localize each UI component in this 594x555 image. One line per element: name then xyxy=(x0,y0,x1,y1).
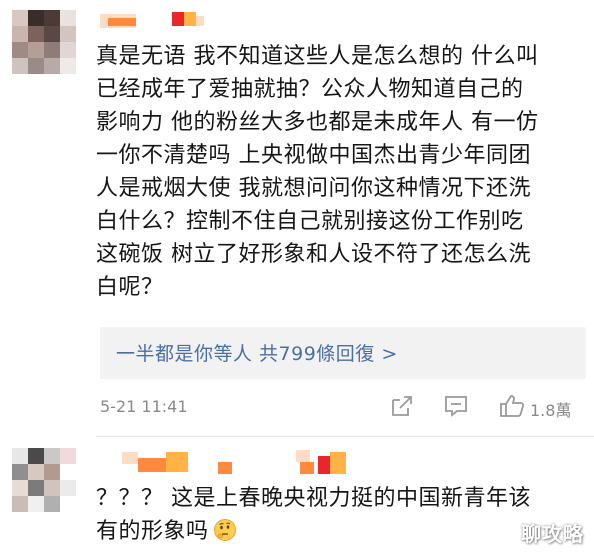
username-pixel xyxy=(184,12,196,26)
username-pixel xyxy=(108,18,136,26)
watermark: 聊攻略 xyxy=(521,522,584,546)
username-pixel xyxy=(196,16,204,26)
comment-line: 白什么？控制不住自己就别接这份工作别吃 xyxy=(96,209,524,234)
comment-line: 人是戒烟大使 我就想问问你这种情况下还洗 xyxy=(96,176,531,201)
username-pixel xyxy=(122,452,138,464)
comment-line: 真是无语 我不知道这些人是怎么想的 什么叫 xyxy=(96,44,539,69)
comment-timestamp: 5-21 11:41 xyxy=(100,397,188,416)
comment-line: 有的形象吗 xyxy=(96,515,586,548)
comment-line: ？？？ 这是上春晚央视力挺的中国新青年该 xyxy=(96,486,531,511)
comment-divider xyxy=(96,436,594,437)
like-icon[interactable] xyxy=(498,392,526,420)
avatar[interactable] xyxy=(12,10,76,74)
username-pixel xyxy=(300,462,314,474)
comment-text: ？？？ 这是上春晚央视力挺的中国新青年该 有的形象吗 xyxy=(96,482,586,548)
comment-line: 一你不清楚吗 上央视做中国杰出青少年同团 xyxy=(96,143,531,168)
like-count: 1.8萬 xyxy=(530,401,572,420)
replies-box[interactable]: 一半都是你等人 共799條回復 > xyxy=(100,327,586,379)
thinking-face-icon xyxy=(213,518,237,542)
avatar[interactable] xyxy=(12,448,76,512)
username-pixel xyxy=(166,452,188,472)
username-pixel xyxy=(318,456,330,474)
username-pixel xyxy=(330,452,346,474)
comment-line: 这碗饭 树立了好形象和人设不符了还怎么洗 xyxy=(96,242,531,267)
username-pixel xyxy=(218,462,232,474)
comment-line: 白呢？ xyxy=(96,275,164,300)
comment-text: 真是无语 我不知道这些人是怎么想的 什么叫 已经成年了爱抽就抽？公众人物知道自己… xyxy=(96,40,586,304)
view-replies-link[interactable]: 一半都是你等人 共799條回復 > xyxy=(116,339,398,366)
comment-line-text: 有的形象吗 xyxy=(96,519,209,544)
share-icon[interactable] xyxy=(388,392,416,420)
comment-line: 影响力 他的粉丝大多也都是未成年人 有一仿 xyxy=(96,110,539,135)
username-pixel xyxy=(296,450,310,462)
username-pixel xyxy=(172,12,184,26)
username-pixel xyxy=(138,458,166,472)
comment-line: 已经成年了爱抽就抽？公众人物知道自己的 xyxy=(96,77,524,102)
comment-icon[interactable] xyxy=(442,392,470,420)
